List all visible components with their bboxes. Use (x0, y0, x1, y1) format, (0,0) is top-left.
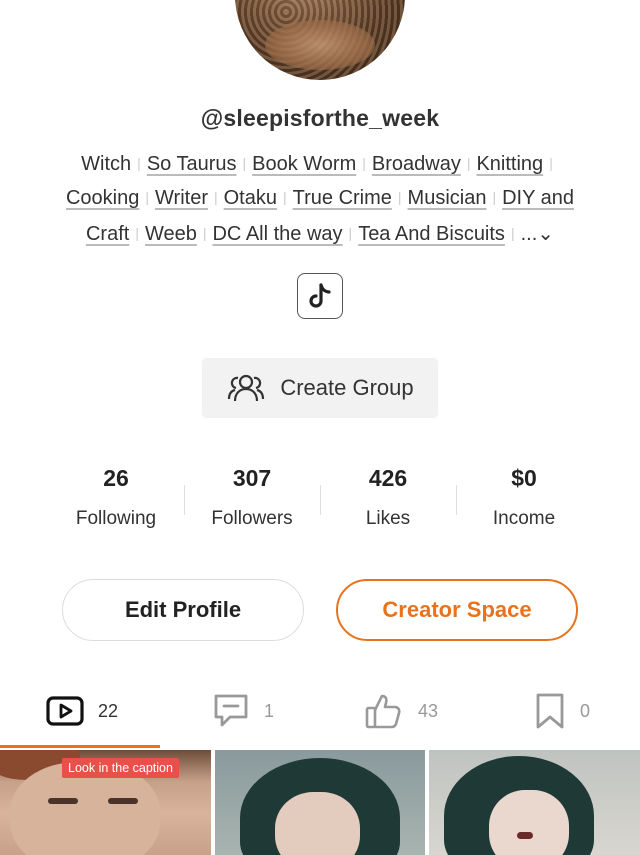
tag-separator: | (466, 155, 471, 171)
tag-separator: | (549, 155, 553, 171)
profile-stats: 26 Following 307 Followers 426 Likes $0 … (48, 465, 592, 530)
tab-videos[interactable]: 22 (46, 690, 118, 732)
stat-label: Likes (365, 508, 411, 529)
stat-label: Followers (211, 508, 293, 529)
thumbnail-art (489, 790, 570, 855)
thumbnail-badge: Look in the caption (62, 758, 179, 778)
profile-avatar[interactable] (235, 0, 405, 80)
tab-saved[interactable]: 0 (534, 690, 590, 732)
tag-separator: | (242, 155, 247, 171)
comment-icon (214, 694, 248, 727)
tab-count: 22 (98, 700, 119, 721)
stat-value: $0 (511, 465, 537, 491)
username: @sleepisforthe_week (200, 105, 440, 131)
tag-item[interactable]: Witch (81, 153, 131, 175)
stat-value: 426 (368, 465, 408, 491)
tags-row-2: Cooking | Writer | Otaku | True Crime | Musician… (0, 187, 640, 210)
tag-item[interactable]: Book Worm (252, 153, 356, 175)
stat-income[interactable]: $0 Income (456, 465, 592, 530)
bookmark-icon (536, 693, 564, 729)
stat-label: Following (75, 508, 157, 529)
tag-item[interactable]: Musician (408, 187, 487, 209)
tag-separator: | (137, 155, 141, 171)
stat-followers[interactable]: 307 Followers (184, 465, 320, 530)
tiktok-icon (309, 283, 331, 308)
thumbs-up-icon (365, 694, 401, 729)
tag-separator: | (492, 189, 497, 205)
tags-row-3: Craft | Weeb | DC All the way | Tea And Biscui… (0, 221, 640, 246)
stat-likes[interactable]: 426 Likes (320, 465, 456, 530)
tag-item[interactable]: True Crime (293, 187, 392, 209)
tab-count: 1 (264, 700, 275, 721)
tag-separator: | (510, 225, 515, 241)
tag-separator: | (202, 225, 207, 241)
tag-item[interactable]: Writer (155, 187, 208, 209)
tag-separator: | (135, 225, 139, 241)
content-tabs: 22 1 43 0 (0, 690, 640, 735)
stat-value: 26 (103, 465, 129, 491)
tag-separator: | (362, 155, 366, 171)
tab-comments[interactable]: 1 (212, 690, 274, 732)
thumbnail-art (108, 798, 138, 804)
edit-profile-button[interactable]: Edit Profile (62, 579, 304, 641)
stat-label: Income (492, 508, 556, 529)
tag-separator: | (348, 225, 353, 241)
tag-item[interactable]: Cooking (66, 187, 139, 209)
tab-count: 0 (580, 700, 591, 721)
tag-item[interactable]: DIY and (502, 187, 574, 209)
tag-item[interactable]: So Taurus (147, 153, 237, 175)
thumbnail-art (517, 832, 534, 839)
video-thumbnail[interactable]: Look in the caption (0, 750, 211, 855)
tab-count: 43 (418, 700, 439, 721)
tab-likes[interactable]: 43 (364, 690, 438, 732)
thumbnail-art (274, 792, 360, 855)
tag-item[interactable]: Knitting (476, 153, 543, 175)
stat-following[interactable]: 26 Following (48, 465, 184, 530)
tags-expand-button[interactable]: ...⌄ (521, 223, 554, 245)
group-icon (228, 374, 265, 402)
tag-item[interactable]: Craft (86, 223, 129, 245)
tag-item[interactable]: DC All the way (212, 223, 342, 245)
creator-space-button[interactable]: Creator Space (336, 579, 578, 641)
tag-separator: | (282, 189, 287, 205)
tag-item[interactable]: Broadway (372, 153, 461, 175)
create-group-label: Create Group (280, 375, 414, 400)
tag-item[interactable]: Weeb (145, 223, 197, 245)
tags-row-1: Witch | So Taurus | Book Worm | Broadway | Knitt… (0, 153, 640, 176)
active-tab-indicator (0, 745, 160, 748)
tag-separator: | (397, 189, 402, 205)
tag-item[interactable]: Otaku (224, 187, 277, 209)
video-thumbnail[interactable] (429, 750, 640, 855)
tag-separator: | (213, 189, 218, 205)
thumbnail-art (48, 798, 78, 804)
video-grid: Look in the caption (0, 750, 640, 855)
tag-separator: | (145, 189, 150, 205)
tiktok-link-button[interactable] (297, 273, 343, 319)
stat-value: 307 (232, 465, 272, 491)
video-thumbnail[interactable] (214, 750, 426, 855)
tag-item[interactable]: Tea And Biscuits (358, 223, 505, 245)
create-group-button[interactable]: Create Group (202, 358, 438, 418)
video-icon (46, 696, 84, 726)
